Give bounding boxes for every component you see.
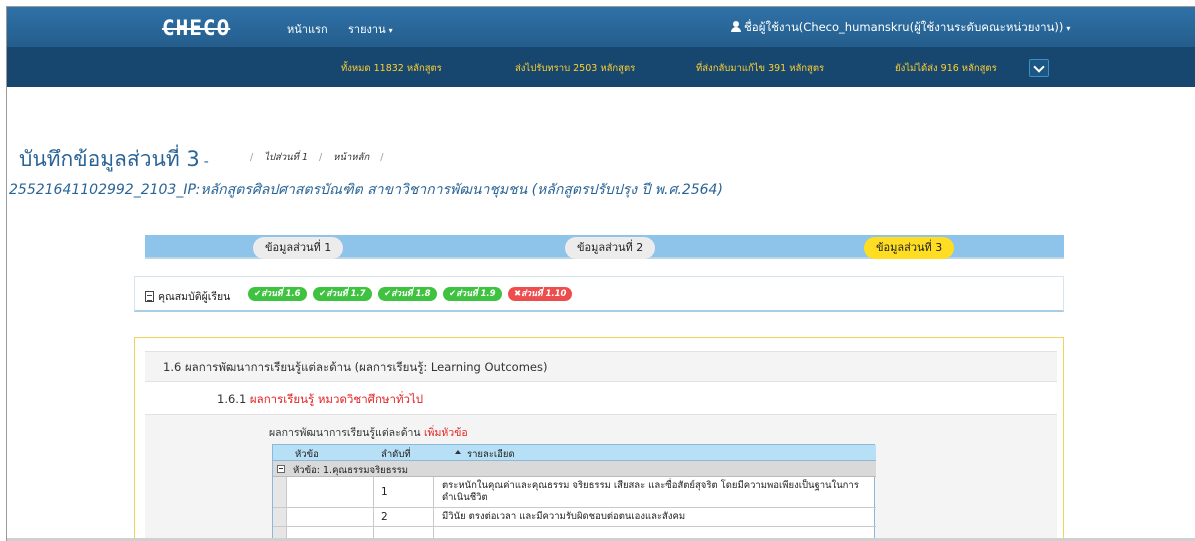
grid-header-topic[interactable]: หัวข้อ [295, 447, 319, 462]
add-topic-link[interactable]: เพิ่มหัวข้อ [424, 427, 468, 439]
page-title: บันทึกข้อมูลส่วนที่ 3- [19, 147, 209, 171]
subsection-row: 1.6.1 ผลการเรียนรู้ หมวดวิชาศึกษาทั่วไป [145, 381, 1057, 414]
row-detail: มีวินัย ตรงต่อเวลา และมีความรับผิดชอบต่อ… [442, 511, 686, 522]
grid-header-detail[interactable]: รายละเอียด [467, 447, 515, 462]
outcome-heading: ผลการพัฒนาการเรียนรู้แต่ละด้าน เพิ่มหัวข… [269, 427, 468, 439]
step-part-1[interactable]: ข้อมูลส่วนที่ 1 [253, 237, 344, 259]
section-pill-1-10[interactable]: ✖ส่วนที่ 1.10 [508, 287, 573, 301]
grid-header-order[interactable]: ลำดับที่ [381, 447, 411, 462]
grid-group-label: หัวข้อ: 1.คุณธรรมจริยธรรม [293, 465, 409, 476]
step-wizard: ข้อมูลส่วนที่ 1 ข้อมูลส่วนที่ 2 ข้อมูลส่… [145, 235, 1064, 259]
chevron-down-icon: ▾ [388, 26, 393, 35]
section-pill-1-8[interactable]: ✔ส่วนที่ 1.8 [378, 287, 437, 301]
document-icon [145, 291, 154, 302]
section-heading-row: 1.6 ผลการพัฒนาการเรียนรู้แต่ละด้าน (ผลกา… [145, 351, 1057, 381]
top-navbar: CHECO หน้าแรก รายงาน ▾ ชื่อผู้ใช้งาน(Chec… [7, 7, 1195, 47]
table-row[interactable]: 2 มีวินัย ตรงต่อเวลา และมีความรับผิดชอบต… [273, 508, 876, 527]
section-nav-label: คุณสมบัติผู้เรียน [145, 288, 230, 305]
grid-group-row[interactable]: หัวข้อ: 1.คุณธรรมจริยธรรม [273, 461, 876, 477]
stats-toggle-button[interactable] [1029, 59, 1049, 77]
section-pill-1-7[interactable]: ✔ส่วนที่ 1.7 [313, 287, 372, 301]
grid-header: หัวข้อ ลำดับที่ รายละเอียด [273, 445, 876, 461]
breadcrumb-part1-link[interactable]: ไปส่วนที่ 1 [264, 152, 308, 163]
stat-sent[interactable]: ส่งไปรับทราบ 2503 หลักสูตร [515, 61, 635, 76]
content-panel: 1.6 ผลการพัฒนาการเรียนรู้แต่ละด้าน (ผลกา… [134, 337, 1064, 541]
table-row[interactable]: 1 ตระหนักในคุณค่าและคุณธรรม จริยธรรม เสี… [273, 477, 876, 508]
section-heading: 1.6 ผลการพัฒนาการเรียนรู้แต่ละด้าน (ผลกา… [163, 360, 548, 374]
outcomes-grid: หัวข้อ ลำดับที่ รายละเอียด หัวข้อ: 1.คุณ… [272, 444, 876, 541]
step-part-3[interactable]: ข้อมูลส่วนที่ 3 [864, 237, 955, 259]
course-title: 25521641102992_2103_IP:หลักสูตรศิลปศาสตร… [9, 182, 723, 198]
nav-report-menu[interactable]: รายงาน ▾ [348, 20, 393, 38]
subsection-heading: 1.6.1 ผลการเรียนรู้ หมวดวิชาศึกษาทั่วไป [217, 392, 424, 406]
breadcrumb-home-link[interactable]: หน้าหลัก [333, 152, 369, 163]
row-detail: ตระหนักในคุณค่าและคุณธรรม จริยธรรม เสียส… [442, 480, 859, 503]
browser-viewport: CHECO หน้าแรก รายงาน ▾ ชื่อผู้ใช้งาน(Chec… [6, 6, 1195, 541]
step-part-2[interactable]: ข้อมูลส่วนที่ 2 [565, 237, 656, 259]
user-menu[interactable]: ชื่อผู้ใช้งาน(Checo_humanskru(ผู้ใช้งานร… [731, 19, 1070, 37]
brand-logo[interactable]: CHECO [162, 16, 230, 40]
nav-home-link[interactable]: หน้าแรก [287, 20, 328, 38]
breadcrumb: / ไปส่วนที่ 1 / หน้าหลัก / [250, 152, 384, 163]
user-icon [731, 21, 741, 32]
row-order: 1 [381, 486, 388, 498]
chevron-down-icon: ▾ [1066, 24, 1071, 33]
stat-returned[interactable]: ที่ส่งกลับมาแก้ไข 391 หลักสูตร [696, 61, 824, 76]
stats-bar: ทั้งหมด 11832 หลักสูตร ส่งไปรับทราบ 2503… [7, 47, 1195, 87]
section-pill-1-9[interactable]: ✔ส่วนที่ 1.9 [443, 287, 502, 301]
sort-asc-icon[interactable] [455, 450, 461, 454]
stat-total[interactable]: ทั้งหมด 11832 หลักสูตร [341, 61, 442, 76]
collapse-icon[interactable] [277, 465, 285, 473]
section-nav: คุณสมบัติผู้เรียน ✔ส่วนที่ 1.6 ✔ส่วนที่ … [134, 276, 1064, 312]
section-pill-1-6[interactable]: ✔ส่วนที่ 1.6 [248, 287, 307, 301]
stat-pending[interactable]: ยังไม่ได้ส่ง 916 หลักสูตร [895, 61, 997, 76]
row-order: 2 [381, 511, 388, 523]
